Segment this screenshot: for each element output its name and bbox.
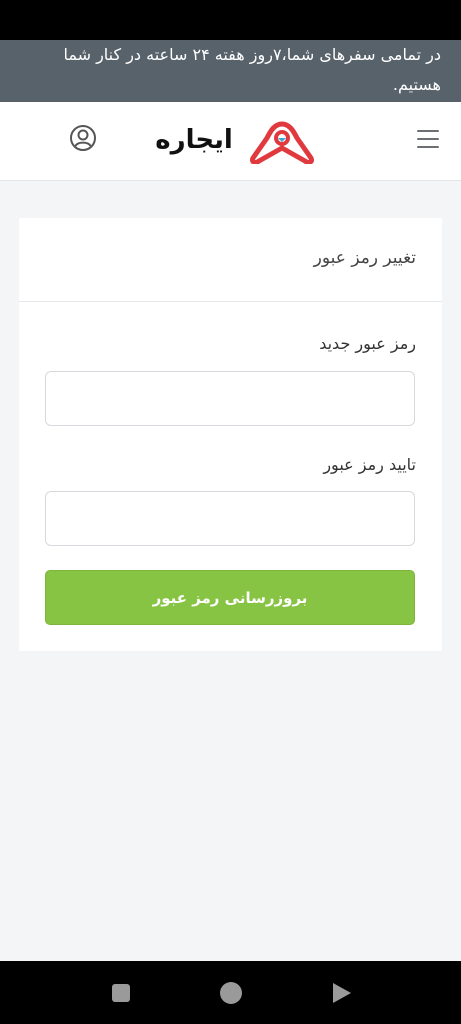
announcement-banner: در تمامی سفرهای شما،۷روز هفته ۲۴ ساعته د…	[0, 40, 461, 102]
confirm-password-input[interactable]	[45, 491, 415, 546]
new-password-label: رمز عبور جدید	[319, 334, 416, 353]
card-header: تغییر رمز عبور	[19, 218, 442, 302]
status-bar	[0, 0, 461, 40]
new-password-input[interactable]	[45, 371, 415, 426]
card-title: تغییر رمز عبور	[313, 248, 416, 268]
logo-mark-icon	[250, 121, 314, 164]
change-password-card: تغییر رمز عبور رمز عبور جدید تایید رمز ع…	[19, 218, 442, 651]
hamburger-menu-icon[interactable]	[414, 128, 442, 150]
site-logo[interactable]: ایجاره	[145, 118, 317, 166]
triangle-back-icon[interactable]	[329, 981, 353, 1005]
confirm-password-label: تایید رمز عبور	[323, 455, 416, 474]
site-header: ایجاره	[0, 102, 461, 181]
square-icon[interactable]	[109, 981, 133, 1005]
logo-text: ایجاره	[155, 125, 233, 155]
user-profile-icon[interactable]	[69, 124, 97, 152]
system-navigation-bar	[0, 961, 461, 1024]
circle-icon[interactable]	[219, 981, 243, 1005]
banner-text: در تمامی سفرهای شما،۷روز هفته ۲۴ ساعته د…	[63, 45, 441, 94]
update-password-button[interactable]: بروزرسانی رمز عبور	[45, 570, 415, 625]
